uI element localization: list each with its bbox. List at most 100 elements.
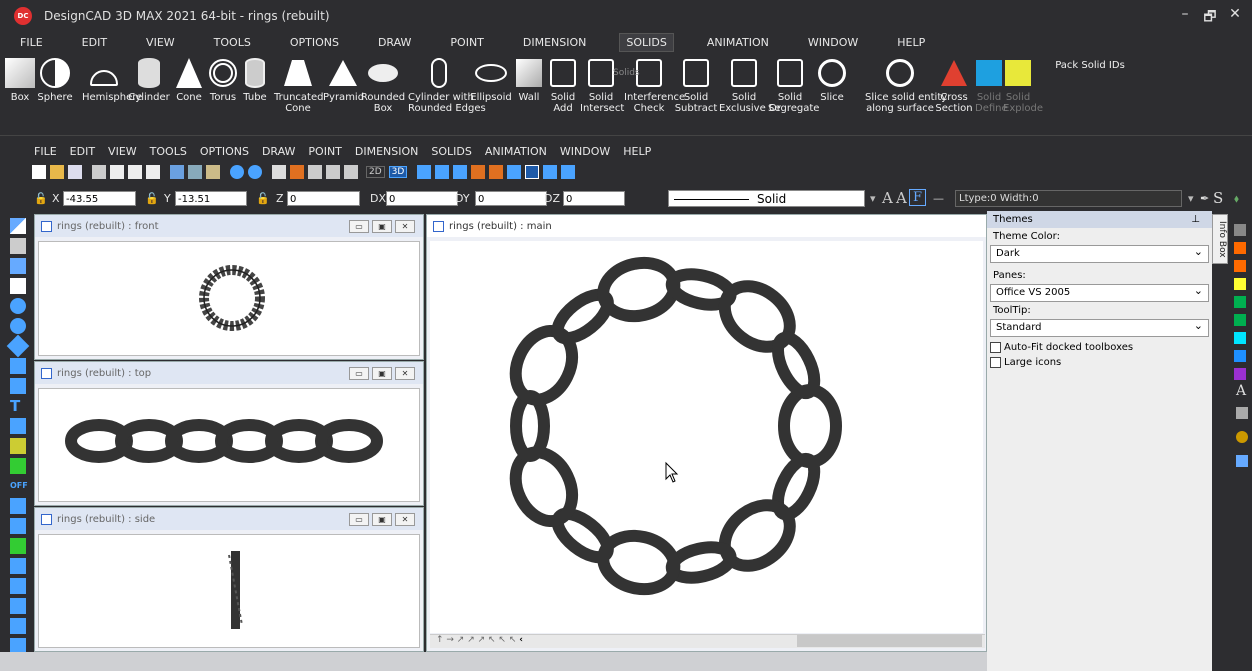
picture-icon[interactable] [1236,407,1248,419]
symbol-tool-icon[interactable] [10,438,26,454]
save-icon[interactable] [68,165,82,179]
color-swatch[interactable] [1234,368,1246,380]
ribbon-btn-torus[interactable]: Torus [208,54,238,103]
pane-restore-button[interactable]: ▣ [372,220,392,233]
menu-dimension[interactable]: DIMENSION [355,145,419,158]
tooltip-select[interactable]: Standard [990,318,1209,337]
grid-icon[interactable] [435,165,450,179]
ribbon-btn-slice[interactable]: Slice [812,54,852,103]
select-icon[interactable] [507,165,522,179]
autofit-checkbox[interactable]: Auto-Fit docked toolboxes [987,340,1212,355]
pane-minimize-button[interactable]: ▭ [349,513,369,526]
color-swatch[interactable] [1234,296,1246,308]
pane-minimize-button[interactable]: ▭ [349,220,369,233]
ribbon-btn-pyramid[interactable]: Pyramid [323,54,364,103]
snap-nearest-icon[interactable] [10,518,26,534]
color-swatch[interactable] [1234,278,1246,290]
menu-options[interactable]: OPTIONS [200,145,249,158]
ribbon-btn-solid-add[interactable]: Solid Add [546,54,580,114]
dimension-tool-icon[interactable] [10,378,26,394]
curve-tool-icon[interactable] [10,358,26,374]
print-icon[interactable] [92,165,106,179]
side-viewport[interactable] [38,534,420,648]
ribbon-menu-solids[interactable]: SOLIDS [619,32,674,52]
color-swatch[interactable] [1234,314,1246,326]
main-viewport[interactable] [430,241,983,633]
menu-edit[interactable]: EDIT [70,145,95,158]
ribbon-btn-rounded-box[interactable]: Rounded Box [360,54,406,114]
ribbon-btn-sphere[interactable]: Sphere [30,54,80,103]
chevron-down-icon[interactable]: ▾ [1188,192,1194,205]
menu-solids[interactable]: SOLIDS [431,145,471,158]
page-setup-icon[interactable] [128,165,142,179]
ribbon-menu-options[interactable]: OPTIONS [284,34,345,51]
ribbon-btn-solid-subtract[interactable]: Solid Subtract [674,54,718,114]
checkbox-icon[interactable] [990,342,1001,353]
ribbon-menu-help[interactable]: HELP [891,34,931,51]
ribbon-btn-ellipsoid[interactable]: Ellipsoid [470,54,512,103]
menu-tools[interactable]: TOOLS [150,145,187,158]
dy-input[interactable]: 0 [475,191,547,206]
menu-point[interactable]: POINT [308,145,341,158]
ortho-icon[interactable] [417,165,432,179]
axis-icon[interactable] [471,165,486,179]
help-pointer-icon[interactable] [561,165,576,179]
layer-icon[interactable]: ⬧ [1234,192,1239,206]
copy-icon[interactable] [188,165,202,179]
pane-restore-button[interactable]: ▣ [372,513,392,526]
menu-file[interactable]: FILE [34,145,57,158]
move-icon[interactable] [272,165,286,179]
snap-cursor-icon[interactable] [10,498,26,514]
ltype-select[interactable]: Ltype:0 Width:0 [955,190,1182,207]
ribbon-btn-cross-section[interactable]: Cross Section [935,54,973,114]
front-viewport[interactable] [38,241,420,356]
cut-icon[interactable] [170,165,184,179]
line-icon[interactable]: — [933,192,944,205]
info-icon[interactable] [543,165,558,179]
hatch-tool-icon[interactable] [10,418,26,434]
ribbon-btn-solid-explode[interactable]: Solid Explode [1003,54,1043,114]
paste-icon[interactable] [206,165,220,179]
print-preview-icon[interactable] [110,165,124,179]
menu-draw[interactable]: DRAW [262,145,295,158]
menu-view[interactable]: VIEW [108,145,137,158]
view2-icon[interactable] [326,165,340,179]
front-view-pane[interactable]: rings (rebuilt) : front ▭ ▣ ✕ [34,214,424,360]
ribbon-btn-cone[interactable]: Cone [172,54,206,103]
snap-icon[interactable] [453,165,468,179]
side-view-pane[interactable]: rings (rebuilt) : side ▭ ▣ ✕ [34,507,424,652]
ribbon-menu-window[interactable]: WINDOW [802,34,864,51]
pin-icon[interactable]: ⊥ [1191,211,1200,228]
ribbon-menu-tools[interactable]: TOOLS [208,34,257,51]
pane-close-button[interactable]: ✕ [395,367,415,380]
top-viewport[interactable] [38,388,420,502]
view3-icon[interactable] [344,165,358,179]
dz-input[interactable]: 0 [563,191,625,206]
z-input[interactable]: 0 [287,191,360,206]
snap-p-icon[interactable] [10,598,26,614]
checkbox-icon[interactable] [990,357,1001,368]
horizontal-scrollbar[interactable] [797,635,982,647]
3d-mode-button[interactable]: 3D [388,166,408,178]
ribbon-btn-rounded-cylinder[interactable]: Cylinder with Rounded Edges [408,54,486,114]
new-file-icon[interactable] [32,165,46,179]
menu-help[interactable]: HELP [623,145,651,158]
info-box-tab[interactable]: Info Box [1212,214,1228,264]
pane-restore-button[interactable]: ▣ [372,367,392,380]
redo-icon[interactable] [248,165,262,179]
ribbon-btn-solid-xor[interactable]: Solid Exclusive Or [719,54,781,114]
color-swatch[interactable] [1234,350,1246,362]
text-size-icon[interactable]: A [882,189,893,207]
ribbon-btn-hemisphere[interactable]: Hemisphere [82,54,142,103]
layers-icon[interactable] [1236,455,1248,467]
arc-tool-icon[interactable] [10,318,26,334]
y-input[interactable]: -13.51 [175,191,247,206]
close-button[interactable]: ✕ [1225,6,1245,22]
ribbon-btn-solid-segregate[interactable]: Solid Segregate [768,54,819,114]
text-style-icon[interactable]: A [896,189,907,207]
ribbon-menu-file[interactable]: FILE [14,34,49,51]
menu-window[interactable]: WINDOW [560,145,610,158]
text-a-icon[interactable]: A [1236,383,1246,399]
color-swatch[interactable] [1234,332,1246,344]
ribbon-btn-slice-surface[interactable]: Slice solid entity along surface [865,54,947,114]
